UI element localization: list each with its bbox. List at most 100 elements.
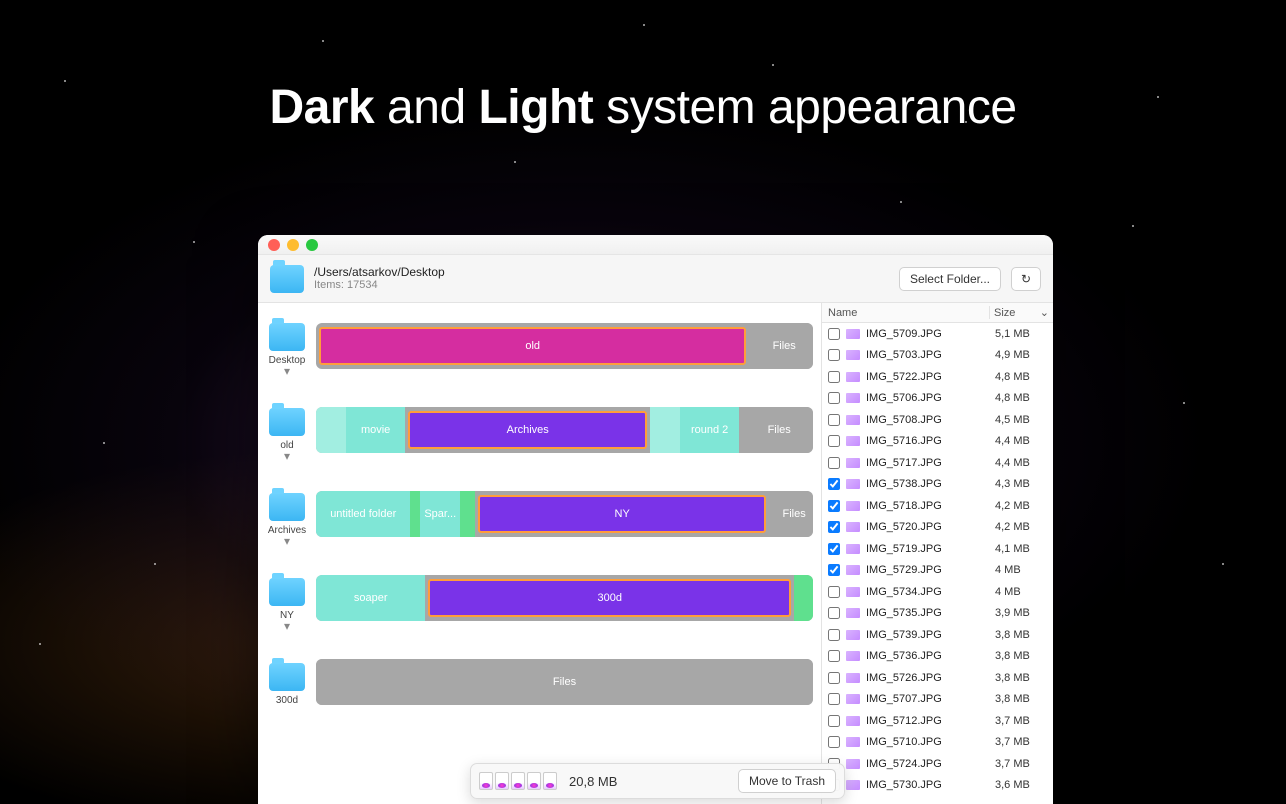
bar-segment[interactable]: 300d: [428, 579, 791, 617]
file-checkbox[interactable]: [828, 371, 840, 383]
bar-segment[interactable]: [650, 407, 680, 453]
file-row[interactable]: IMG_5720.JPG4,2 MB: [822, 517, 1053, 539]
selection-size: 20,8 MB: [569, 774, 726, 789]
bar-segment[interactable]: Files: [316, 659, 813, 705]
bar-segment[interactable]: Files: [739, 407, 813, 453]
size-bar[interactable]: untitled folderSpar... NYFiles: [316, 491, 813, 537]
file-row[interactable]: IMG_5735.JPG3,9 MB: [822, 603, 1053, 625]
file-name: IMG_5706.JPG: [866, 392, 989, 404]
bar-segment[interactable]: untitled folder: [316, 491, 410, 537]
file-row[interactable]: IMG_5734.JPG4 MB: [822, 581, 1053, 603]
move-to-trash-button[interactable]: Move to Trash: [738, 769, 836, 793]
file-row[interactable]: IMG_5736.JPG3,8 MB: [822, 646, 1053, 668]
file-checkbox[interactable]: [828, 543, 840, 555]
file-size: 4,8 MB: [995, 371, 1047, 383]
size-bar[interactable]: soaper300d: [316, 575, 813, 621]
bar-segment[interactable]: [316, 407, 346, 453]
level-item[interactable]: NY▾: [269, 578, 305, 663]
bar-segment[interactable]: [460, 491, 475, 537]
file-size: 3,8 MB: [995, 672, 1047, 684]
file-row[interactable]: IMG_5729.JPG4 MB: [822, 560, 1053, 582]
file-row[interactable]: IMG_5706.JPG 4,8 MB: [822, 388, 1053, 410]
bar-segment[interactable]: Archives: [408, 411, 647, 449]
image-thumbnail-icon: [846, 565, 860, 575]
bar-segment[interactable]: Spar...: [420, 491, 460, 537]
file-name: IMG_5739.JPG: [866, 629, 989, 641]
file-row[interactable]: IMG_5724.JPG3,7 MB: [822, 753, 1053, 775]
bar-segment[interactable]: old: [319, 327, 746, 365]
file-row[interactable]: IMG_5717.JPG4,4 MB: [822, 452, 1053, 474]
file-row[interactable]: IMG_5718.JPG4,2 MB: [822, 495, 1053, 517]
file-row[interactable]: IMG_5710.JPG3,7 MB: [822, 732, 1053, 754]
level-item[interactable]: old▾: [269, 408, 305, 493]
column-size[interactable]: Size ⌄: [989, 306, 1053, 319]
file-name: IMG_5736.JPG: [866, 650, 989, 662]
size-bar[interactable]: oldFiles: [316, 323, 813, 369]
image-thumbnail-icon: [846, 350, 860, 360]
file-row[interactable]: IMG_5719.JPG4,1 MB: [822, 538, 1053, 560]
column-name[interactable]: Name: [822, 307, 989, 319]
file-row[interactable]: IMG_5709.JPG5,1 MB: [822, 323, 1053, 345]
file-row[interactable]: IMG_5712.JPG3,7 MB: [822, 710, 1053, 732]
image-thumbnail-icon: [846, 436, 860, 446]
column-size-label: Size: [994, 307, 1015, 319]
bar-segment[interactable]: Files: [749, 323, 813, 369]
minimize-icon[interactable]: [287, 239, 299, 251]
bar-segment[interactable]: NY: [478, 495, 766, 533]
file-row[interactable]: IMG_5716.JPG4,4 MB: [822, 431, 1053, 453]
level-item[interactable]: Archives▾: [268, 493, 306, 578]
level-item[interactable]: Desktop▾: [269, 323, 306, 408]
close-icon[interactable]: [268, 239, 280, 251]
file-row[interactable]: IMG_5722.JPG4,8 MB: [822, 366, 1053, 388]
image-thumbnail-icon: [846, 759, 860, 769]
bar-segment[interactable]: Files: [769, 491, 813, 537]
file-row[interactable]: IMG_5739.JPG3,8 MB: [822, 624, 1053, 646]
refresh-button[interactable]: ↻: [1011, 267, 1041, 291]
select-folder-button[interactable]: Select Folder...: [899, 267, 1001, 291]
file-row[interactable]: IMG_5708.JPG4,5 MB: [822, 409, 1053, 431]
file-name: IMG_5716.JPG: [866, 435, 989, 447]
bar-segment[interactable]: movie: [346, 407, 406, 453]
file-checkbox[interactable]: [828, 736, 840, 748]
file-checkbox[interactable]: [828, 672, 840, 684]
size-bar[interactable]: Files: [316, 659, 813, 705]
file-checkbox[interactable]: [828, 607, 840, 619]
level-item[interactable]: 300d: [269, 663, 305, 723]
file-row[interactable]: IMG_5726.JPG 3,8 MB: [822, 667, 1053, 689]
file-name: IMG_5717.JPG: [866, 457, 989, 469]
file-checkbox[interactable]: [828, 457, 840, 469]
image-thumbnail-icon: [846, 458, 860, 468]
file-checkbox[interactable]: [828, 586, 840, 598]
size-bar[interactable]: movieArchives round 2Files: [316, 407, 813, 453]
bar-segment[interactable]: [794, 575, 813, 621]
file-row[interactable]: IMG_5738.JPG4,3 MB: [822, 474, 1053, 496]
file-size: 4,8 MB: [995, 392, 1047, 404]
image-thumbnail-icon: [846, 630, 860, 640]
file-checkbox[interactable]: [828, 435, 840, 447]
file-checkbox[interactable]: [828, 629, 840, 641]
file-checkbox[interactable]: [828, 328, 840, 340]
file-checkbox[interactable]: [828, 715, 840, 727]
file-checkbox[interactable]: [828, 392, 840, 404]
image-thumbnail-icon: [846, 479, 860, 489]
file-row[interactable]: IMG_5707.JPG3,8 MB: [822, 689, 1053, 711]
file-checkbox[interactable]: [828, 564, 840, 576]
file-checkbox[interactable]: [828, 650, 840, 662]
file-row[interactable]: IMG_5703.JPG4,9 MB: [822, 345, 1053, 367]
file-list[interactable]: IMG_5709.JPG5,1 MBIMG_5703.JPG4,9 MBIMG_…: [822, 323, 1053, 804]
file-checkbox[interactable]: [828, 414, 840, 426]
file-row[interactable]: IMG_5730.JPG3,6 MB: [822, 775, 1053, 797]
file-name: IMG_5708.JPG: [866, 414, 989, 426]
bar-segment[interactable]: [410, 491, 420, 537]
file-name: IMG_5726.JPG: [866, 672, 989, 684]
file-checkbox[interactable]: [828, 521, 840, 533]
file-checkbox[interactable]: [828, 693, 840, 705]
maximize-icon[interactable]: [306, 239, 318, 251]
file-checkbox[interactable]: [828, 478, 840, 490]
bar-segment[interactable]: soaper: [316, 575, 425, 621]
file-checkbox[interactable]: [828, 349, 840, 361]
file-name: IMG_5712.JPG: [866, 715, 989, 727]
file-checkbox[interactable]: [828, 500, 840, 512]
headline-word-and: and: [387, 81, 466, 134]
bar-segment[interactable]: round 2: [680, 407, 740, 453]
